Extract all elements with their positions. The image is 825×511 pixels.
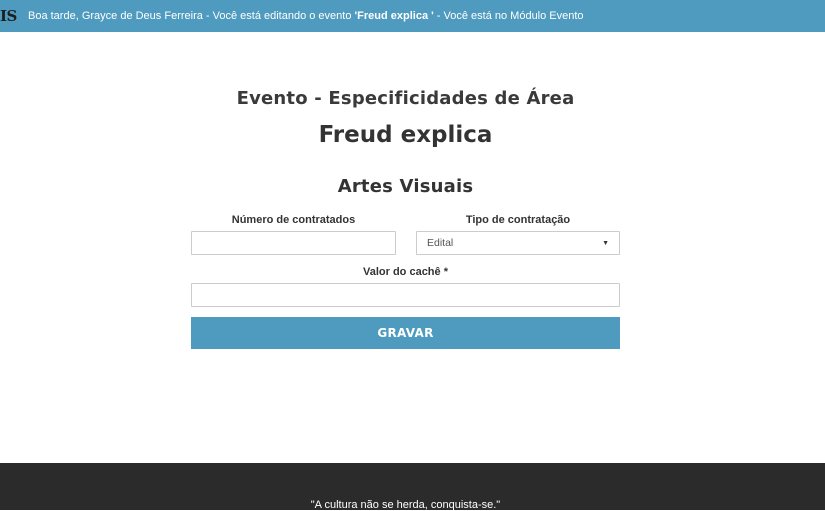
tipo-contratacao-select[interactable]: Edital ▼ [416,231,620,255]
greeting-suffix: - Você está no Módulo Evento [433,10,584,22]
section-title: Evento - Especificidades de Área [236,88,575,109]
valor-cache-label: Valor do cachê * [363,266,448,278]
status-message: Boa tarde, Grayce de Deus Ferreira - Voc… [28,10,584,22]
event-title: Freud explica [318,122,493,148]
num-contratados-label: Número de contratados [231,214,356,226]
valor-cache-input[interactable] [191,283,620,307]
caret-down-icon: ▼ [602,239,609,247]
current-event-name: 'Freud explica ' [354,10,434,22]
num-contratados-input[interactable] [191,231,396,255]
top-status-bar: IS Boa tarde, Grayce de Deus Ferreira - … [0,0,825,32]
footer: "A cultura não se herda, conquista-se." [0,463,825,511]
tipo-contratacao-label: Tipo de contratação [465,214,571,226]
tipo-contratacao-selected: Edital [427,237,454,249]
footer-quote: "A cultura não se herda, conquista-se." [310,499,501,511]
area-title: Artes Visuais [337,176,474,197]
greeting-prefix: Boa tarde, Grayce de Deus Ferreira - Voc… [28,10,355,22]
app-logo[interactable]: IS [0,7,20,25]
gravar-button[interactable]: GRAVAR [191,317,620,349]
